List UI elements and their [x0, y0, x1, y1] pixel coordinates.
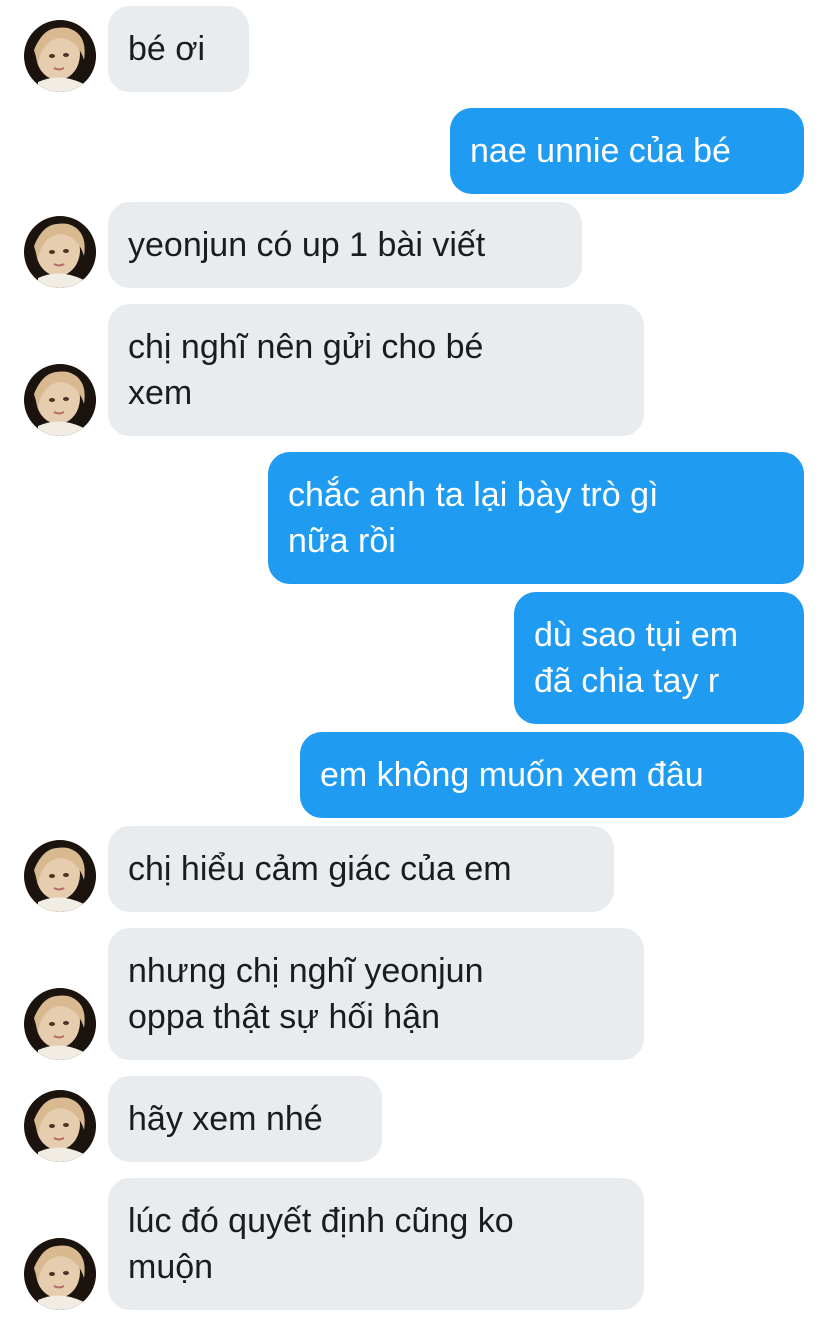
message-line: đã chia tay r	[534, 662, 720, 700]
avatar-photo-icon	[24, 840, 96, 912]
avatar-photo-icon	[24, 1090, 96, 1162]
message-line: nữa rồi	[288, 522, 396, 560]
message-text: hãy xem nhé	[128, 1096, 323, 1142]
message-line: chị hiểu cảm giác của em	[128, 850, 512, 888]
message-line: oppa thật sự hối hận	[128, 998, 440, 1036]
message-line: em không muốn xem đâu	[320, 756, 704, 794]
message-bubble-incoming[interactable]: lúc đó quyết định cũng ko muộn	[108, 1178, 644, 1310]
contact-avatar[interactable]	[24, 988, 96, 1060]
message-bubble-outgoing[interactable]: dù sao tụi em đã chia tay r	[514, 592, 804, 724]
message-line: dù sao tụi em	[534, 616, 739, 654]
contact-avatar[interactable]	[24, 1238, 96, 1310]
contact-avatar[interactable]	[24, 216, 96, 288]
message-line: nae unnie của bé	[470, 132, 731, 170]
message-bubble-incoming[interactable]: yeonjun có up 1 bài viết	[108, 202, 582, 288]
message-line: bé ơi	[128, 30, 206, 68]
message-bubble-outgoing[interactable]: em không muốn xem đâu	[300, 732, 804, 818]
message-text: chị nghĩ nên gửi cho bé xem	[128, 324, 483, 416]
message-text: lúc đó quyết định cũng ko muộn	[128, 1198, 514, 1290]
message-text: yeonjun có up 1 bài viết	[128, 222, 485, 268]
message-line: yeonjun có up 1 bài viết	[128, 226, 486, 264]
message-line: nhưng chị nghĩ yeonjun	[128, 952, 484, 990]
message-line: xem	[128, 374, 193, 412]
message-text: em không muốn xem đâu	[320, 752, 704, 798]
contact-avatar[interactable]	[24, 1090, 96, 1162]
avatar-photo-icon	[24, 364, 96, 436]
contact-avatar[interactable]	[24, 20, 96, 92]
message-text: nae unnie của bé	[470, 128, 731, 174]
avatar-photo-icon	[24, 20, 96, 92]
message-bubble-incoming[interactable]: chị hiểu cảm giác của em	[108, 826, 614, 912]
message-line: lúc đó quyết định cũng ko	[128, 1202, 514, 1240]
message-text: nhưng chị nghĩ yeonjun oppa thật sự hối …	[128, 948, 483, 1040]
chat-screen: { "messages": [ {"sender": "them", "line…	[0, 0, 828, 1317]
message-text: dù sao tụi em đã chia tay r	[534, 612, 738, 704]
message-bubble-outgoing[interactable]: chắc anh ta lại bày trò gì nữa rồi	[268, 452, 804, 584]
contact-avatar[interactable]	[24, 364, 96, 436]
message-line: hãy xem nhé	[128, 1100, 323, 1138]
message-line: chị nghĩ nên gửi cho bé	[128, 328, 484, 366]
message-bubble-incoming[interactable]: nhưng chị nghĩ yeonjun oppa thật sự hối …	[108, 928, 644, 1060]
message-bubble-incoming[interactable]: hãy xem nhé	[108, 1076, 382, 1162]
message-line: chắc anh ta lại bày trò gì	[288, 476, 659, 514]
message-bubble-incoming[interactable]: chị nghĩ nên gửi cho bé xem	[108, 304, 644, 436]
message-bubble-incoming[interactable]: bé ơi	[108, 6, 249, 92]
message-text: chị hiểu cảm giác của em	[128, 846, 512, 892]
message-text: chắc anh ta lại bày trò gì nữa rồi	[288, 472, 658, 564]
contact-avatar[interactable]	[24, 840, 96, 912]
avatar-photo-icon	[24, 216, 96, 288]
avatar-photo-icon	[24, 1238, 96, 1310]
message-text: bé ơi	[128, 26, 205, 72]
message-bubble-outgoing[interactable]: nae unnie của bé	[450, 108, 804, 194]
avatar-photo-icon	[24, 988, 96, 1060]
message-line: muộn	[128, 1248, 214, 1286]
